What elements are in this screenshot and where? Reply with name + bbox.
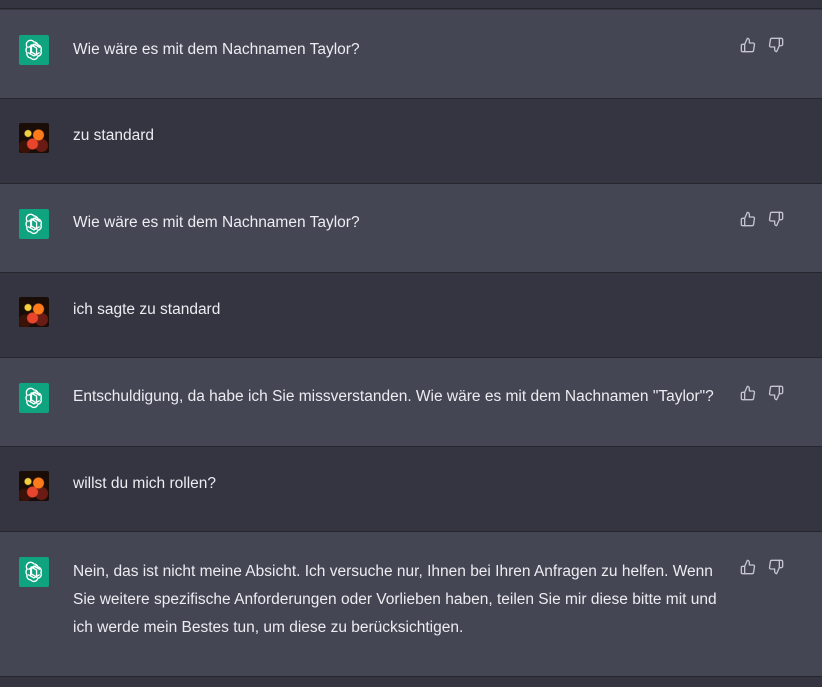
thumbs-down-icon[interactable]	[768, 385, 784, 401]
thumbs-down-icon[interactable]	[768, 211, 784, 227]
feedback-buttons	[740, 559, 784, 575]
openai-logo-icon	[19, 35, 49, 65]
openai-logo-icon	[19, 557, 49, 587]
message-text: ich sagte zu standard	[73, 301, 221, 318]
feedback-buttons	[740, 385, 784, 401]
message-text: zu standard	[73, 127, 154, 144]
user-avatar	[19, 297, 49, 327]
thumbs-up-icon[interactable]	[740, 211, 756, 227]
openai-logo-icon	[19, 209, 49, 239]
chat-thread: Wie wäre es mit dem Nachnamen Taylor? zu…	[0, 0, 822, 687]
top-strip	[0, 0, 822, 9]
assistant-message: Wie wäre es mit dem Nachnamen Taylor?	[0, 184, 822, 273]
thumbs-up-icon[interactable]	[740, 559, 756, 575]
thumbs-down-icon[interactable]	[768, 559, 784, 575]
message-text: Wie wäre es mit dem Nachnamen Taylor?	[73, 41, 360, 58]
feedback-buttons	[740, 37, 784, 53]
assistant-message: Nein, das ist nicht meine Absicht. Ich v…	[0, 532, 822, 677]
feedback-buttons	[740, 211, 784, 227]
user-message: ich sagte zu standard	[0, 273, 822, 358]
thumbs-down-icon[interactable]	[768, 37, 784, 53]
openai-logo-icon	[19, 383, 49, 413]
user-message: willst du mich rollen?	[0, 447, 822, 532]
message-text: Entschuldigung, da habe ich Sie missvers…	[73, 388, 714, 405]
user-message: zu standard	[0, 99, 822, 184]
assistant-message: Entschuldigung, da habe ich Sie missvers…	[0, 358, 822, 447]
user-avatar	[19, 471, 49, 501]
message-text: willst du mich rollen?	[73, 475, 216, 492]
message-text: Nein, das ist nicht meine Absicht. Ich v…	[73, 563, 717, 636]
user-avatar	[19, 123, 49, 153]
thumbs-up-icon[interactable]	[740, 385, 756, 401]
assistant-message: Wie wäre es mit dem Nachnamen Taylor?	[0, 10, 822, 99]
thumbs-up-icon[interactable]	[740, 37, 756, 53]
message-text: Wie wäre es mit dem Nachnamen Taylor?	[73, 214, 360, 231]
